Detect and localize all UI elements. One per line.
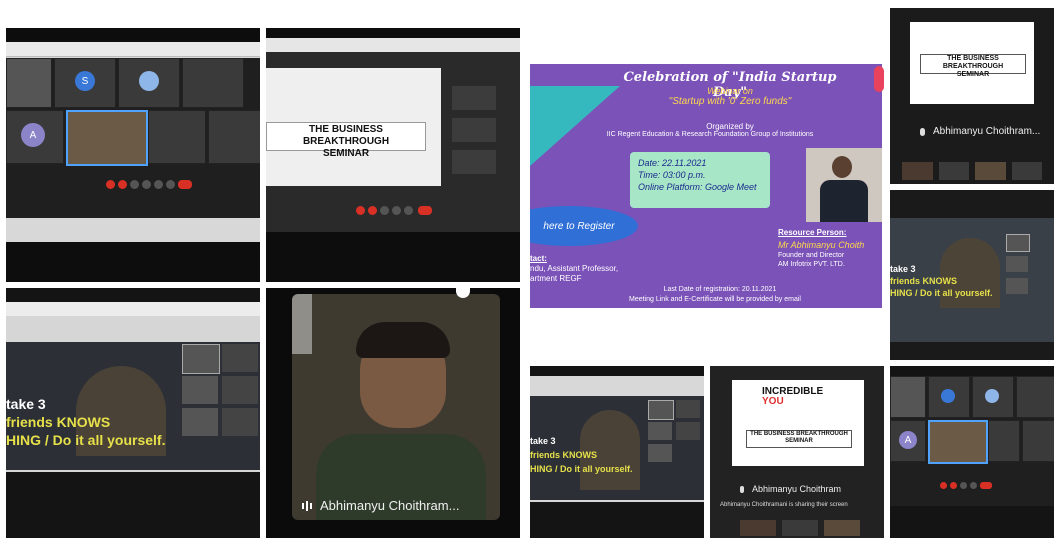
poster-org-name: IIC Regent Education & Research Foundati… [606,131,814,138]
poster-topic: "Startup with '0' Zero funds" [668,96,792,107]
collage-tile-slide-small: take 3 friends KNOWS HING / Do it all yo… [530,366,704,538]
meeting-controls[interactable] [940,482,1020,492]
collage-tile-phone-presentation: THE BUSINESS BREAKTHROUGH SEMINAR Abhima… [890,8,1054,184]
meeting-controls[interactable] [106,180,206,192]
speaker-video [292,294,500,520]
date-note-scroll: Date: 22.11.2021 Time: 03:00 p.m. Online… [630,152,770,208]
webinar-poster: Celebration of "India Startup Day" Webin… [530,64,882,308]
collage-tile-incredible: INCREDIBLE YOU THE BUSINESS BREAKTHROUGH… [710,366,884,538]
collage-tile-slide-right: take 3 friends KNOWS HING / Do it all yo… [890,190,1054,360]
meeting-controls[interactable] [356,206,446,218]
speaker-caption: Abhimanyu Choithram... [920,126,1040,137]
active-speaker-video [66,110,148,166]
speaker-photo [806,148,882,222]
collage-tile-zoom-grid-1: S A [6,28,260,282]
participant-avatar: A [21,123,45,147]
profile-avatar [139,71,159,91]
poster-last-date: Last Date of registration: 20.11.2021 [663,286,777,293]
speaker-caption: Abhimanyu Choithram... [302,498,459,513]
meeting-grid: S A [6,58,260,218]
register-button[interactable]: here to Register [530,206,638,246]
collage-tile-slide-laptop: take 3 friends KNOWS HING / Do it all yo… [6,288,260,538]
poster-meeting-note: Meeting Link and E-Certificate will be p… [629,296,801,303]
mic-icon [920,127,925,136]
collage-tile-speaker-video: Abhimanyu Choithram... [266,288,520,538]
shared-slide: THE BUSINESS BREAKTHROUGH SEMINAR [266,68,441,186]
poster-logo-mark [874,66,884,92]
participant-avatar: S [75,71,95,91]
poster-organized-by: Organized by [706,122,754,131]
collage-tile-presentation: THE BUSINESS BREAKTHROUGH SEMINAR [266,28,520,282]
collage-tile-zoom-grid-2: A [890,366,1054,538]
laptop-screen: S A [6,42,260,242]
slide-title-box: THE BUSINESS BREAKTHROUGH SEMINAR [266,122,426,159]
speaker-caption: Abhimanyu Choithram [740,484,841,494]
poster-teal-shape [530,86,620,166]
audio-level-icon [302,500,312,511]
slide-thumbnail: INCREDIBLE YOU THE BUSINESS BREAKTHROUGH… [732,380,864,466]
slide-thumbnail: THE BUSINESS BREAKTHROUGH SEMINAR [910,22,1034,104]
poster-resource-label: Resource Person: [778,228,847,237]
poster-contact-label: tact: [530,254,547,263]
share-notice: Abhimanyu Choithramani is sharing their … [720,502,848,508]
mic-icon [740,485,744,493]
poster-webinar-line: Webinar on [707,86,753,96]
poster-resource-name: Mr Abhimanyu Choith [778,240,865,250]
